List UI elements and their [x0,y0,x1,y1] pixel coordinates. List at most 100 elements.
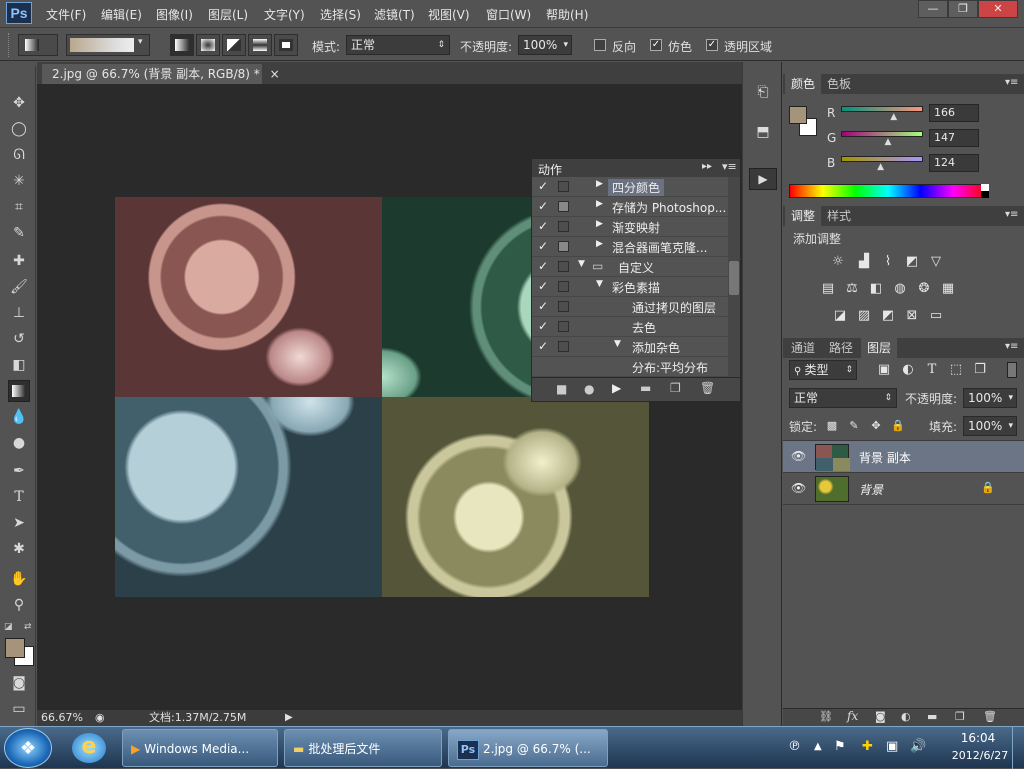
zoom-tool-icon[interactable]: ⚲ [8,594,30,616]
fill-input[interactable]: 100% ▾ [963,416,1017,436]
menu-help[interactable]: 帮助(H) [546,6,588,23]
color-spectrum-ramp[interactable] [789,184,987,198]
reverse-checkbox[interactable] [594,39,606,51]
menu-edit[interactable]: 编辑(E) [101,6,142,23]
hue-saturation-icon[interactable]: ▤ [819,281,837,297]
blur-tool-icon[interactable]: 💧 [8,406,30,428]
panel-menu-icon[interactable]: ▾≡ [722,160,737,173]
filter-toggle-switch[interactable] [1007,362,1017,378]
panel-menu-icon[interactable]: ▾≡ [1005,341,1018,352]
hand-tool-icon[interactable]: ✋ [8,568,30,590]
vibrance-icon[interactable]: ▽ [927,254,945,270]
expand-icon[interactable]: ▶ [596,179,603,189]
check-icon[interactable]: ✓ [538,219,552,235]
menu-filter[interactable]: 滤镜(T) [374,6,415,23]
taskbar-windows-media[interactable]: ▶ Windows Media... [122,729,278,767]
tab-layers[interactable]: 图层 [861,338,898,358]
invert-icon[interactable]: ◪ [831,308,849,324]
check-icon[interactable]: ✓ [538,239,552,255]
brightness-contrast-icon[interactable]: ☼ [829,254,847,270]
channel-mixer-icon[interactable]: ❂ [915,281,933,297]
layer-name[interactable]: 背景 [859,481,883,498]
lock-pixels-icon[interactable]: ✎ [845,418,863,434]
clock-time[interactable]: 16:04 [958,731,998,745]
play-icon[interactable]: ▶ [612,381,621,395]
new-layer-icon[interactable]: ❐ [955,710,965,723]
move-tool-icon[interactable]: ✥ [8,92,30,114]
tray-shield-icon[interactable]: ✚ [862,739,873,754]
swap-colors-icon[interactable]: ⇄ [24,622,32,632]
lock-transparent-icon[interactable]: ▩ [823,418,841,434]
smart-object-filter-icon[interactable]: ❐ [971,362,989,378]
expand-icon[interactable]: ▶ [596,219,603,229]
action-set-row[interactable]: ✓ ▼ ▭ 自定义 [532,257,728,277]
r-slider[interactable] [841,106,923,112]
document-tab[interactable]: 2.jpg @ 66.7% (背景 副本, RGB/8) * × [42,64,280,84]
angle-gradient-icon[interactable] [222,34,246,56]
dialog-toggle-icon[interactable] [558,301,569,312]
lock-position-icon[interactable]: ✥ [867,418,885,434]
menu-file[interactable]: 文件(F) [46,6,86,23]
zoom-level[interactable]: 66.67% [41,710,83,726]
path-selection-tool-icon[interactable]: ➤ [8,512,30,534]
new-set-folder-icon[interactable]: ▬ [640,381,651,395]
tab-paths[interactable]: 路径 [823,338,859,358]
transparency-checkbox[interactable]: ✓ [706,39,718,51]
lock-all-icon[interactable]: 🔒 [889,418,907,434]
layer-row[interactable]: 👁 背景 🔒 [783,473,1024,505]
actions-scrollbar[interactable] [728,177,740,377]
color-lookup-icon[interactable]: ▦ [939,281,957,297]
brush-tool-icon[interactable]: 🖌 [8,276,30,298]
panel-collapse-icon[interactable]: ▸▸ [702,161,712,172]
action-step-row[interactable]: ✓ 通过拷贝的图层 [532,297,728,317]
action-step-row[interactable]: ✓ ▼ 添加杂色 [532,337,728,357]
check-icon[interactable]: ✓ [538,179,552,195]
check-icon[interactable]: ✓ [538,259,552,275]
menu-image[interactable]: 图像(I) [156,6,193,23]
dialog-toggle-icon[interactable] [558,341,569,352]
layer-filter-select[interactable]: ⚲ 类型 ⇕ [789,360,857,380]
add-mask-icon[interactable]: ◙ [875,710,886,723]
pixel-layer-filter-icon[interactable]: ▣ [875,362,893,378]
adjustment-layer-filter-icon[interactable]: ◐ [899,362,917,378]
restore-button[interactable]: ❐ [948,0,978,18]
dialog-toggle-icon[interactable] [558,201,569,212]
shape-layer-filter-icon[interactable]: ⬚ [947,362,965,378]
tray-network-icon[interactable]: ⚑ [834,739,846,754]
fx-icon[interactable]: fx [847,709,858,723]
check-icon[interactable]: ✓ [538,279,552,295]
r-slider-thumb[interactable]: ▲ [890,112,897,122]
taskbar-folder[interactable]: ▬ 批处理后文件 [284,729,442,767]
trash-icon[interactable]: 🗑 [983,710,997,723]
close-button[interactable]: ✕ [978,0,1018,18]
menu-select[interactable]: 选择(S) [320,6,361,23]
gradient-tool-icon[interactable] [8,380,30,402]
share-icon[interactable]: ◉ [95,710,105,726]
scrollbar-thumb[interactable] [729,261,739,295]
crop-tool-icon[interactable]: ⌗ [8,196,30,218]
panel-menu-icon[interactable]: ▾≡ [1005,77,1018,88]
tab-close-icon[interactable]: × [270,67,280,81]
minimize-button[interactable]: — [918,0,948,18]
menu-layer[interactable]: 图层(L) [208,6,248,23]
taskbar-photoshop[interactable]: Ps 2.jpg @ 66.7% (... [448,729,608,767]
photo-filter-icon[interactable]: ◍ [891,281,909,297]
default-colors-icon[interactable]: ◪ [4,622,13,632]
dialog-toggle-icon[interactable] [558,241,569,252]
eye-icon[interactable]: 👁 [791,481,806,495]
reflected-gradient-icon[interactable] [248,34,272,56]
new-adjustment-icon[interactable]: ◐ [901,710,911,723]
gradient-map-icon[interactable]: ▭ [927,308,945,324]
g-value[interactable]: 147 [929,129,979,147]
exposure-icon[interactable]: ◩ [903,254,921,270]
action-row[interactable]: ✓ ▼ 彩色素描 [532,277,728,297]
tray-monitor-icon[interactable]: ▣ [886,739,898,754]
posterize-icon[interactable]: ▨ [855,308,873,324]
check-icon[interactable]: ✓ [538,339,552,355]
layer-row-selected[interactable]: 👁 背景 副本 [783,441,1024,473]
menu-window[interactable]: 窗口(W) [486,6,531,23]
opacity-input[interactable]: 100% ▾ [518,35,572,55]
dither-checkbox[interactable]: ✓ [650,39,662,51]
internet-explorer-icon[interactable]: e [72,733,106,763]
type-layer-filter-icon[interactable]: T [923,362,941,378]
